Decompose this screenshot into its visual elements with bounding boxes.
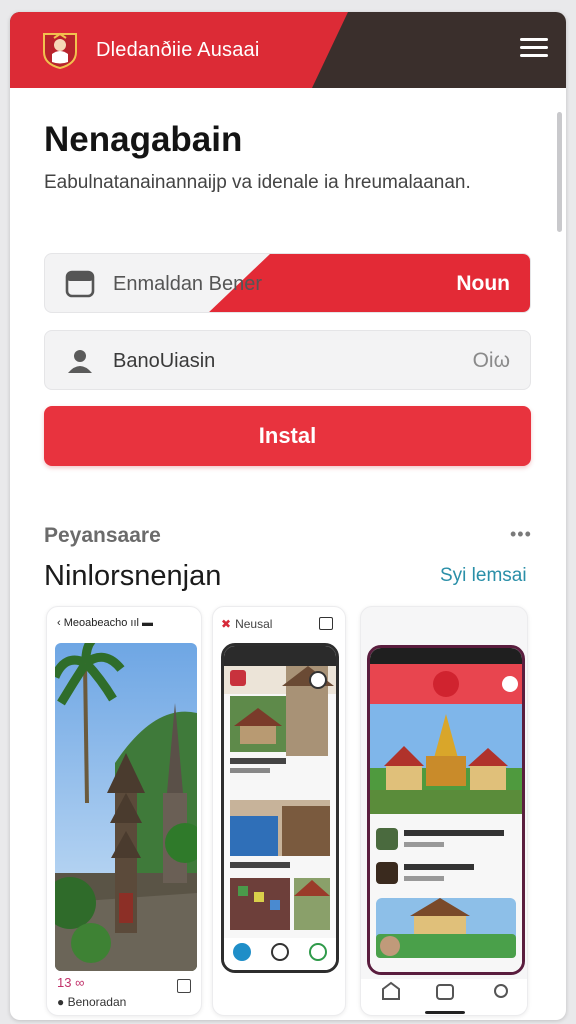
hamburger-menu-icon[interactable] bbox=[520, 38, 548, 60]
more-options-icon[interactable]: ••• bbox=[510, 524, 532, 545]
user-field[interactable]: BanoUiasin Oiω bbox=[44, 330, 531, 390]
top-header: Dledanðiie Ausaai bbox=[10, 12, 566, 88]
temple-photo bbox=[55, 643, 197, 971]
user-icon bbox=[68, 350, 92, 373]
app-logo-icon bbox=[43, 32, 77, 70]
screenshot-card-1[interactable]: ‹ Meoabeacho ııl ▬ 13 ∞ ● Benoradan bbox=[46, 606, 202, 1016]
close-icon: ✖ bbox=[221, 617, 232, 631]
app-title: Dledanðiie Ausaai bbox=[96, 39, 260, 61]
card1-footer-bottom: ● Benoradan bbox=[57, 995, 127, 1009]
card2-menu-icon[interactable] bbox=[319, 617, 333, 630]
card3-bottom-nav bbox=[361, 979, 527, 1015]
scrollbar[interactable] bbox=[557, 112, 562, 232]
section-title: Ninlorsnenjan bbox=[44, 560, 222, 592]
user-field-text: BanoUiasin bbox=[113, 350, 216, 372]
screenshot-card-3[interactable] bbox=[360, 606, 528, 1016]
card1-footer-top: 13 ∞ bbox=[57, 975, 85, 990]
card1-share-icon[interactable] bbox=[177, 979, 191, 993]
section-label: Peyansaare bbox=[44, 524, 161, 547]
wallet-field-text: Enmaldan Bener bbox=[113, 273, 262, 295]
app-frame: Dledanðiie Ausaai Nenagabain Eabulnatana… bbox=[10, 12, 566, 1020]
card1-topbar: ‹ Meoabeacho ııl ▬ bbox=[57, 617, 154, 629]
page-title: Nenagabain bbox=[44, 120, 243, 159]
wallet-field[interactable]: Enmaldan Bener Noun bbox=[44, 253, 531, 313]
wallet-field-action[interactable]: Noun bbox=[456, 272, 510, 296]
wallet-icon bbox=[65, 270, 95, 298]
header-red-panel bbox=[10, 12, 348, 88]
screenshot-card-2[interactable]: ✖ Neusal bbox=[212, 606, 346, 1016]
card2-header: ✖ Neusal bbox=[221, 617, 333, 631]
user-field-action[interactable]: Oiω bbox=[473, 349, 510, 373]
card3-phone-screen bbox=[367, 645, 525, 975]
see-all-link[interactable]: Syi lemsai bbox=[440, 565, 527, 587]
page-subtitle: Eabulnatanainannaijp va idenale ia hreum… bbox=[44, 172, 471, 193]
install-button[interactable]: Instal bbox=[44, 406, 531, 466]
card2-phone-screen bbox=[221, 643, 339, 973]
